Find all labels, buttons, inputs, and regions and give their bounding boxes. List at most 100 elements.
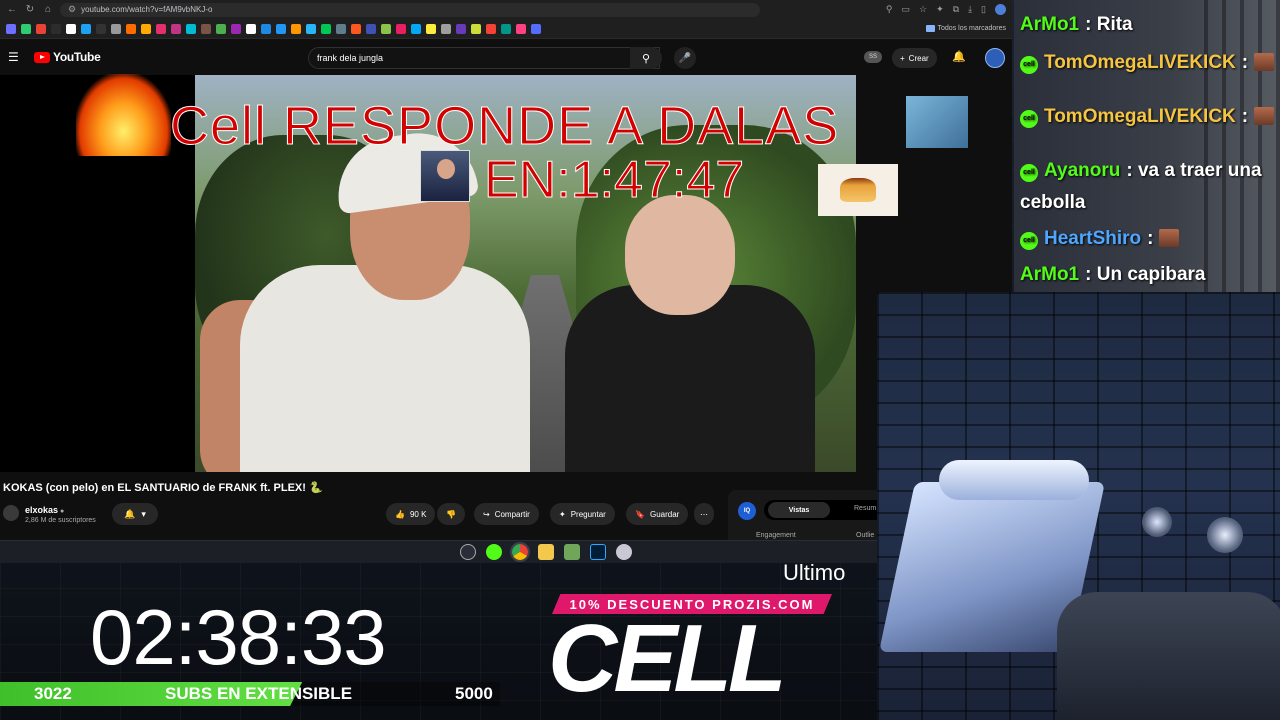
cast-icon[interactable]: ▭ [901,4,910,15]
voice-search-button[interactable]: 🎤 [674,47,696,69]
chat-username[interactable]: Ayanoru [1044,160,1120,181]
save-icon: 🔖 [635,509,645,519]
home-icon[interactable]: ⌂ [42,4,54,15]
channel-avatar[interactable] [3,505,19,521]
chat-text: cebolla [1020,192,1086,213]
ask-button[interactable]: ✦ Preguntar [550,503,615,525]
bookmark-icon[interactable] [501,23,511,34]
profile-avatar[interactable] [995,4,1006,15]
ss-badge[interactable]: SS [864,51,882,63]
bookmark-icon[interactable] [351,23,361,34]
chat-username[interactable]: ArMo1 [1020,14,1079,35]
bookmark-icon[interactable] [411,23,421,34]
obs-icon[interactable] [460,544,476,560]
bookmark-icon[interactable] [441,23,451,34]
bookmark-icon[interactable] [291,23,301,34]
back-icon[interactable]: ← [6,4,18,15]
youtube-logo[interactable]: YouTube [34,50,101,64]
photoshop-icon[interactable] [590,544,606,560]
all-bookmarks-folder[interactable]: Todos los marcadores [925,25,1006,32]
bookmark-icon[interactable] [516,23,526,34]
bookmark-icon[interactable] [111,23,121,34]
chat-username[interactable]: TomOmegaLIVEKICK [1044,106,1236,127]
like-icon: 👍 [395,509,405,519]
tab-resumen[interactable]: Resum [854,505,876,512]
subs-current: 3022 [34,684,72,703]
tab-vistas[interactable]: Vistas [768,502,830,518]
bookmark-icon[interactable] [381,23,391,34]
bookmark-icon[interactable] [246,23,256,34]
emote-icon [1254,53,1275,71]
save-button[interactable]: 🔖 Guardar [626,503,689,525]
bookmark-icon[interactable] [141,23,151,34]
sidepanel-icon[interactable]: ▯ [981,4,986,15]
bookmark-icon[interactable] [171,23,181,34]
bookmark-icon[interactable] [456,23,466,34]
browser-toolbar: ⚲ ▭ ☆ ✦ ⧉ ⤓ ▯ [886,4,1006,15]
bookmark-icon[interactable] [231,23,241,34]
overlay-en-prefix: EN: [484,151,572,210]
chat-username[interactable]: TomOmegaLIVEKICK [1044,52,1236,73]
bookmark-icon[interactable] [336,23,346,34]
bookmark-icon[interactable] [366,23,376,34]
bookmark-icon[interactable] [36,23,46,34]
reload-icon[interactable]: ↻ [24,4,36,15]
bookmark-icon[interactable] [276,23,286,34]
site-info-icon[interactable]: ⚙ [68,4,76,15]
like-button[interactable]: 👍 90 K [386,503,436,525]
bookmark-icon[interactable] [216,23,226,34]
ask-label: Preguntar [570,509,606,519]
app-icon[interactable] [616,544,632,560]
kick-icon[interactable] [486,544,502,560]
bookmark-icon[interactable] [126,23,136,34]
notifications-bell-icon[interactable]: 🔔 [952,50,966,63]
bookmark-icon[interactable] [396,23,406,34]
subscription-bell-button[interactable]: 🔔 ▾ [112,503,158,525]
dislike-button[interactable]: 👎 [437,503,465,525]
minecraft-icon[interactable] [564,544,580,560]
bookmark-icon[interactable] [486,23,496,34]
bookmark-icon[interactable] [471,23,481,34]
bookmark-icon[interactable] [96,23,106,34]
search-input[interactable]: frank dela jungla ✕ [308,47,660,69]
chrome-icon[interactable] [510,542,530,562]
news-anchor-thumbnail [420,150,470,202]
bookmark-icon[interactable] [21,23,31,34]
bookmark-icon[interactable] [201,23,211,34]
bookmark-icon[interactable] [426,23,436,34]
channel-name-text: elxokas [25,505,59,515]
bookmark-icon[interactable] [66,23,76,34]
bell-icon: 🔔 [124,508,136,519]
bookmark-icon[interactable] [261,23,271,34]
bookmark-icon[interactable] [321,23,331,34]
bookmark-icon[interactable] [6,23,16,34]
emote-icon [1254,107,1275,125]
chat-username[interactable]: ArMo1 [1020,264,1079,285]
bookmark-icon[interactable] [306,23,316,34]
bookmark-icon[interactable] [51,23,61,34]
bookmark-icon[interactable] [81,23,91,34]
extension-icon[interactable]: ✦ [936,4,944,15]
iq-icon[interactable]: IQ [738,502,756,520]
create-button[interactable]: + Crear [892,48,937,68]
bookmark-icon[interactable] [156,23,166,34]
search-button[interactable]: ⚲ [630,47,662,69]
chat-message: cell TomOmegaLIVEKICK: [1020,52,1275,74]
omnibox[interactable]: ⚙ youtube.com/watch?v=fAM9vbNKJ-o [60,2,760,17]
account-avatar[interactable] [985,48,1005,68]
bookmark-icon[interactable] [531,23,541,34]
file-explorer-icon[interactable] [538,544,554,560]
menu-icon[interactable]: ☰ [8,50,22,64]
chat-username[interactable]: HeartShiro [1044,228,1141,249]
more-actions-button[interactable]: ⋯ [694,503,714,525]
star-icon[interactable]: ☆ [919,4,927,15]
zoom-icon[interactable]: ⚲ [886,4,893,15]
puzzle-icon[interactable]: ⧉ [953,4,959,15]
share-button[interactable]: ↪ Compartir [474,503,539,525]
channel-name[interactable]: elxokas ● [25,505,64,515]
chat-message: cell TomOmegaLIVEKICK: [1020,106,1275,128]
bookmark-icon[interactable] [186,23,196,34]
subscriber-badge-icon: cell [1020,164,1038,182]
stats-panel: IQ Vistas Resum Engagement Outlie [728,490,894,540]
download-icon[interactable]: ⤓ [968,4,972,15]
